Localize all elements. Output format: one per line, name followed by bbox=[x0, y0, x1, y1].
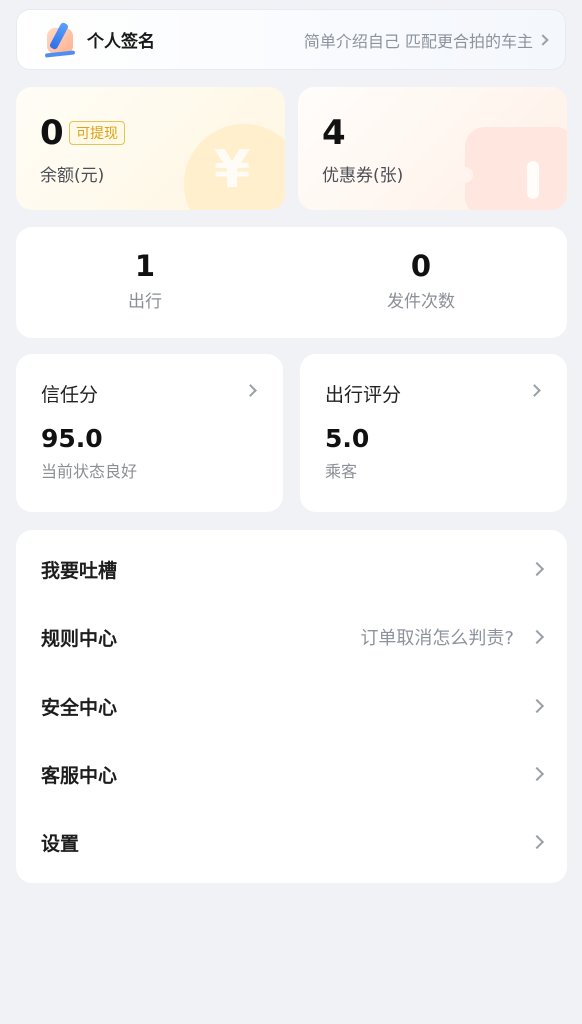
trips-count-label: 出行 bbox=[128, 292, 162, 312]
menu-item-label: 规则中心 bbox=[41, 627, 118, 650]
signature-bar[interactable]: 个人签名 简单介绍自己 匹配更合拍的车主 bbox=[16, 9, 566, 70]
menu-item-safety[interactable]: 安全中心 bbox=[16, 680, 567, 732]
signature-hint: 简单介绍自己 匹配更合拍的车主 bbox=[303, 31, 533, 51]
menu-item-customer-service[interactable]: 客服中心 bbox=[16, 748, 567, 800]
balance-value: 0 bbox=[40, 113, 64, 153]
yuan-coin-icon: ¥ bbox=[184, 124, 285, 210]
coupon-value: 4 bbox=[322, 113, 346, 153]
trip-rating-card[interactable]: 出行评分 5.0 乘客 bbox=[300, 354, 567, 512]
coupon-card[interactable]: 4 优惠券(张) bbox=[298, 87, 567, 210]
coupon-label: 优惠券(张) bbox=[322, 166, 404, 186]
ticket-icon bbox=[457, 127, 567, 210]
send-count-label: 发件次数 bbox=[387, 292, 455, 312]
chevron-right-icon bbox=[528, 384, 541, 397]
trust-score-card[interactable]: 信任分 95.0 当前状态良好 bbox=[16, 354, 283, 512]
menu-item-label: 我要吐槽 bbox=[41, 559, 118, 582]
menu-item-label: 设置 bbox=[41, 832, 80, 855]
chevron-right-icon bbox=[529, 834, 545, 850]
signature-hint-group[interactable]: 简单介绍自己 匹配更合拍的车主 bbox=[303, 28, 549, 52]
chevron-right-icon bbox=[537, 33, 549, 46]
chevron-right-icon bbox=[529, 629, 545, 645]
chevron-right-icon bbox=[529, 561, 545, 577]
menu-item-label: 安全中心 bbox=[41, 696, 118, 719]
chevron-right-icon bbox=[529, 698, 545, 714]
trip-rating-role: 乘客 bbox=[325, 462, 358, 481]
trips-count-stat[interactable]: 1 出行 bbox=[75, 249, 215, 312]
chevron-right-icon bbox=[529, 766, 545, 782]
withdraw-badge[interactable]: 可提现 bbox=[69, 121, 125, 145]
chevron-right-icon bbox=[244, 384, 257, 397]
balance-card[interactable]: ¥ 0 可提现 余额(元) bbox=[16, 87, 285, 210]
trip-rating-title: 出行评分 bbox=[325, 384, 402, 406]
send-count-value: 0 bbox=[410, 249, 432, 283]
trip-rating-value: 5.0 bbox=[325, 424, 370, 453]
trust-score-title: 信任分 bbox=[41, 384, 99, 406]
menu-list: 我要吐槽 规则中心 订单取消怎么判责? 安全中心 客服中心 设置 bbox=[16, 530, 567, 883]
profile-page: 个人签名 简单介绍自己 匹配更合拍的车主 ¥ 0 可提现 余额(元) 4 优惠券… bbox=[0, 0, 582, 1024]
trust-score-value: 95.0 bbox=[41, 424, 103, 453]
menu-item-settings[interactable]: 设置 bbox=[16, 816, 567, 868]
trips-count-value: 1 bbox=[134, 249, 156, 283]
menu-item-rules[interactable]: 规则中心 订单取消怎么判责? bbox=[16, 611, 567, 663]
send-count-stat[interactable]: 0 发件次数 bbox=[351, 249, 491, 312]
menu-item-complaint[interactable]: 我要吐槽 bbox=[16, 543, 567, 595]
signature-title: 个人签名 bbox=[87, 32, 155, 52]
balance-label: 余额(元) bbox=[40, 166, 105, 186]
pen-signature-icon bbox=[44, 21, 81, 58]
trips-stats-card: 1 出行 0 发件次数 bbox=[16, 227, 567, 338]
trust-score-status: 当前状态良好 bbox=[41, 462, 138, 481]
menu-item-label: 客服中心 bbox=[41, 764, 118, 787]
rules-hint: 订单取消怎么判责? bbox=[360, 628, 514, 649]
